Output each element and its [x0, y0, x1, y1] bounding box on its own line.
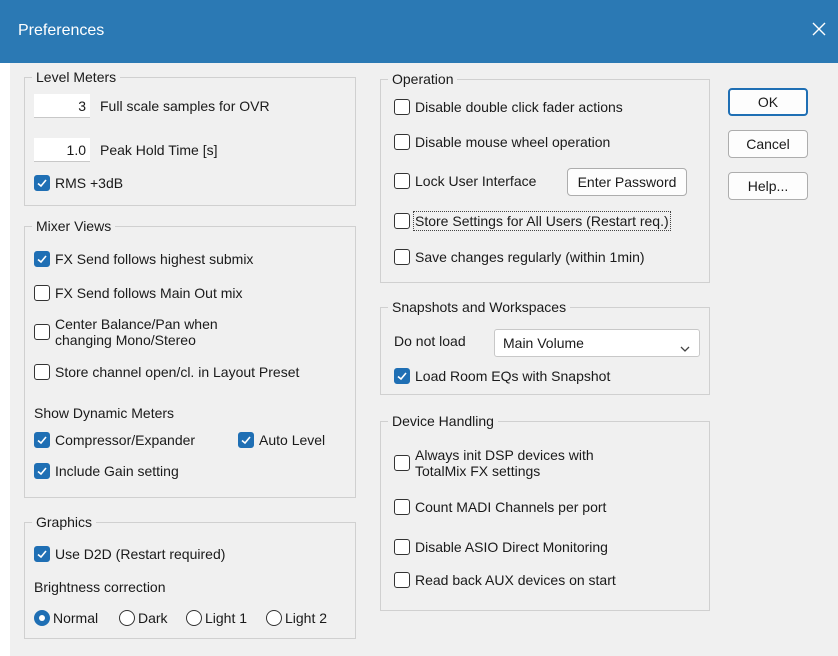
load-room-eqs-label: Load Room EQs with Snapshot — [415, 368, 611, 384]
disable-dblclick-checkbox[interactable]: Disable double click fader actions — [394, 99, 623, 115]
fx-send-main-checkbox[interactable]: FX Send follows Main Out mix — [34, 285, 243, 301]
center-balance-line1: Center Balance/Pan when — [55, 316, 218, 332]
store-channel-label: Store channel open/cl. in Layout Preset — [55, 364, 300, 380]
device-handling-legend: Device Handling — [392, 413, 494, 429]
checkmark-icon — [238, 432, 254, 448]
checkbox-empty-icon — [394, 99, 410, 115]
checkbox-empty-icon — [394, 572, 410, 588]
ok-button[interactable]: OK — [728, 88, 808, 116]
mixer-views-legend: Mixer Views — [36, 218, 112, 234]
radio-light1-label: Light 1 — [205, 610, 248, 626]
dialog-body: Level Meters 3 Full scale samples for OV… — [10, 63, 838, 656]
checkbox-empty-icon — [34, 285, 50, 301]
checkbox-empty-icon — [394, 499, 410, 515]
store-channel-checkbox[interactable]: Store channel open/cl. in Layout Preset — [34, 364, 299, 380]
radio-light2[interactable]: Light 2 — [266, 610, 327, 626]
read-back-aux-checkbox[interactable]: Read back AUX devices on start — [394, 572, 616, 588]
close-icon[interactable] — [808, 18, 830, 40]
ovr-samples-label: Full scale samples for OVR — [100, 98, 270, 114]
operation-legend: Operation — [392, 71, 454, 87]
help-button[interactable]: Help... — [728, 172, 808, 200]
radio-normal-label: Normal — [53, 610, 99, 626]
disable-wheel-checkbox[interactable]: Disable mouse wheel operation — [394, 134, 610, 150]
rms-label: RMS +3dB — [55, 175, 124, 191]
compressor-label: Compressor/Expander — [55, 432, 196, 448]
checkbox-empty-icon — [394, 213, 410, 229]
store-all-users-label: Store Settings for All Users (Restart re… — [413, 211, 671, 231]
do-not-load-label: Do not load — [394, 333, 466, 349]
save-regularly-checkbox[interactable]: Save changes regularly (within 1min) — [394, 249, 645, 265]
fx-send-highest-checkbox[interactable]: FX Send follows highest submix — [34, 251, 253, 267]
checkmark-icon — [394, 368, 410, 384]
use-d2d-checkbox[interactable]: Use D2D (Restart required) — [34, 546, 225, 562]
radio-dark[interactable]: Dark — [119, 610, 168, 626]
peak-hold-input[interactable]: 1.0 — [34, 138, 90, 162]
count-madi-checkbox[interactable]: Count MADI Channels per port — [394, 499, 606, 515]
center-balance-checkbox[interactable]: Center Balance/Pan when changing Mono/St… — [34, 316, 218, 348]
peak-hold-label: Peak Hold Time [s] — [100, 142, 218, 158]
include-gain-checkbox[interactable]: Include Gain setting — [34, 463, 179, 479]
radio-empty-icon — [119, 610, 135, 626]
enter-password-button[interactable]: Enter Password — [567, 168, 687, 196]
title-bar: Preferences — [0, 0, 838, 63]
rms-checkbox[interactable]: RMS +3dB — [34, 175, 123, 191]
level-meters-legend: Level Meters — [36, 69, 117, 85]
center-balance-label: Center Balance/Pan when changing Mono/St… — [55, 316, 218, 348]
radio-selected-icon — [34, 610, 50, 626]
checkmark-icon — [34, 251, 50, 267]
auto-level-label: Auto Level — [259, 432, 326, 448]
always-init-line2: TotalMix FX settings — [415, 463, 541, 479]
disable-wheel-label: Disable mouse wheel operation — [415, 134, 611, 150]
show-dynamic-meters-label: Show Dynamic Meters — [34, 405, 175, 421]
graphics-legend: Graphics — [36, 514, 93, 530]
lock-ui-label: Lock User Interface — [415, 173, 537, 189]
checkbox-empty-icon — [394, 455, 410, 471]
checkmark-icon — [34, 463, 50, 479]
cancel-button[interactable]: Cancel — [728, 130, 808, 158]
checkbox-empty-icon — [394, 173, 410, 189]
brightness-label: Brightness correction — [34, 579, 166, 595]
radio-dark-label: Dark — [138, 610, 168, 626]
radio-light2-label: Light 2 — [285, 610, 328, 626]
auto-level-checkbox[interactable]: Auto Level — [238, 432, 325, 448]
fx-send-main-label: FX Send follows Main Out mix — [55, 285, 243, 301]
load-room-eqs-checkbox[interactable]: Load Room EQs with Snapshot — [394, 368, 610, 384]
use-d2d-label: Use D2D (Restart required) — [55, 546, 226, 562]
ovr-samples-input[interactable]: 3 — [34, 94, 90, 118]
checkbox-empty-icon — [34, 364, 50, 380]
checkbox-empty-icon — [34, 324, 50, 340]
fx-send-highest-label: FX Send follows highest submix — [55, 251, 254, 267]
radio-normal[interactable]: Normal — [34, 610, 98, 626]
checkbox-empty-icon — [394, 539, 410, 555]
radio-empty-icon — [266, 610, 282, 626]
lock-ui-checkbox[interactable]: Lock User Interface — [394, 173, 536, 189]
always-init-dsp-label: Always init DSP devices with TotalMix FX… — [415, 447, 594, 479]
include-gain-label: Include Gain setting — [55, 463, 179, 479]
snapshots-legend: Snapshots and Workspaces — [392, 299, 567, 315]
always-init-line1: Always init DSP devices with — [415, 447, 594, 463]
always-init-dsp-checkbox[interactable]: Always init DSP devices with TotalMix FX… — [394, 447, 594, 479]
store-all-users-checkbox[interactable]: Store Settings for All Users (Restart re… — [394, 211, 671, 231]
disable-asio-checkbox[interactable]: Disable ASIO Direct Monitoring — [394, 539, 608, 555]
do-not-load-select[interactable]: Main Volume — [494, 329, 700, 357]
disable-asio-label: Disable ASIO Direct Monitoring — [415, 539, 608, 555]
do-not-load-value: Main Volume — [503, 335, 584, 351]
checkmark-icon — [34, 175, 50, 191]
checkbox-empty-icon — [394, 134, 410, 150]
read-back-aux-label: Read back AUX devices on start — [415, 572, 616, 588]
center-balance-line2: changing Mono/Stereo — [55, 332, 196, 348]
checkmark-icon — [34, 546, 50, 562]
radio-light1[interactable]: Light 1 — [186, 610, 247, 626]
compressor-checkbox[interactable]: Compressor/Expander — [34, 432, 195, 448]
window-title: Preferences — [18, 22, 105, 39]
save-regularly-label: Save changes regularly (within 1min) — [415, 249, 645, 265]
checkbox-empty-icon — [394, 249, 410, 265]
count-madi-label: Count MADI Channels per port — [415, 499, 607, 515]
radio-empty-icon — [186, 610, 202, 626]
checkmark-icon — [34, 432, 50, 448]
chevron-down-icon — [679, 337, 691, 352]
disable-dblclick-label: Disable double click fader actions — [415, 99, 623, 115]
